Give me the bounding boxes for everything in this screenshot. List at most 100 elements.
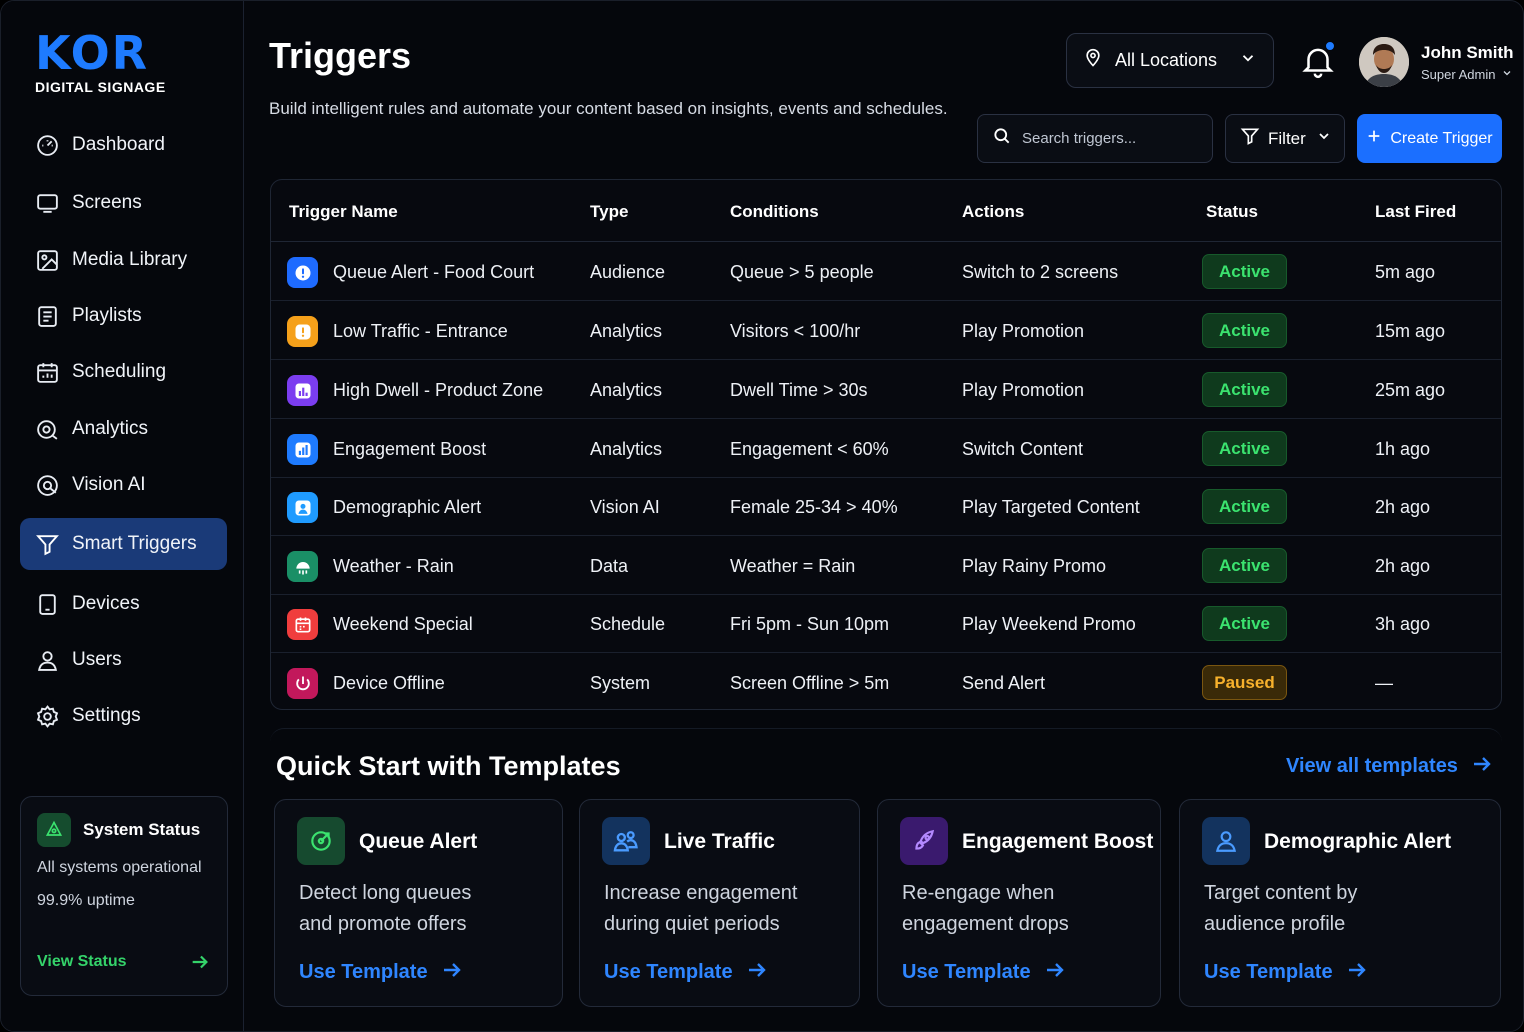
view-all-templates-link[interactable]: View all templates xyxy=(1286,752,1494,781)
trigger-conditions: Fri 5pm - Sun 10pm xyxy=(730,614,890,634)
search-box xyxy=(977,114,1213,163)
trigger-name[interactable]: Low Traffic - Entrance xyxy=(333,321,508,342)
trigger-actions: Switch to 2 screens xyxy=(962,262,1119,282)
sidebar-item-playlists[interactable]: Playlists xyxy=(20,290,227,342)
template-card-engagement-boost[interactable]: Engagement Boost Re-engage when engageme… xyxy=(877,799,1161,1007)
trigger-name[interactable]: Device Offline xyxy=(333,673,445,694)
power-icon xyxy=(287,668,318,699)
last-fired: 2h ago xyxy=(1375,556,1431,576)
sidebar-item-vision-ai[interactable]: Vision AI xyxy=(20,459,227,511)
use-template-button[interactable]: Use Template xyxy=(902,958,1067,987)
column-header-actions[interactable]: Actions xyxy=(962,202,1024,222)
trigger-conditions: Female 25-34 > 40% xyxy=(730,497,898,517)
table-row[interactable]: Queue Alert - Food Court Audience Queue … xyxy=(271,242,1501,301)
system-status-uptime: 99.9% uptime xyxy=(37,892,135,909)
brand-name: KOR xyxy=(35,26,150,80)
create-trigger-button[interactable]: Create Trigger xyxy=(1357,114,1502,163)
user-icon xyxy=(34,647,60,673)
sidebar-item-label: Screens xyxy=(72,192,142,213)
sidebar-item-analytics[interactable]: Analytics xyxy=(20,403,227,455)
arrow-right-icon[interactable] xyxy=(189,951,211,978)
trigger-actions: Play Targeted Content xyxy=(962,497,1140,517)
status-badge: Paused xyxy=(1202,665,1287,700)
trigger-actions: Send Alert xyxy=(962,673,1046,693)
template-card-queue-alert[interactable]: Queue Alert Detect long queues and promo… xyxy=(274,799,563,1007)
person-icon xyxy=(287,492,318,523)
target-icon xyxy=(297,817,345,865)
user-role-row: Super Admin xyxy=(1421,67,1514,82)
trigger-name[interactable]: High Dwell - Product Zone xyxy=(333,380,543,401)
trigger-name[interactable]: Demographic Alert xyxy=(333,497,481,518)
trigger-name[interactable]: Weekend Special xyxy=(333,614,473,635)
sidebar-item-dashboard[interactable]: Dashboard xyxy=(20,119,227,171)
table-row[interactable]: Low Traffic - Entrance Analytics Visitor… xyxy=(271,301,1501,360)
status-badge: Active xyxy=(1202,372,1287,407)
chevron-down-icon xyxy=(1316,128,1332,149)
sidebar-item-media-library[interactable]: Media Library xyxy=(20,234,227,286)
table-row[interactable]: Device Offline System Screen Offline > 5… xyxy=(271,653,1501,709)
last-fired: 5m ago xyxy=(1375,262,1436,282)
calendar-icon xyxy=(34,359,60,385)
trigger-conditions: Engagement < 60% xyxy=(730,439,889,459)
use-template-label: Use Template xyxy=(604,961,733,983)
table-row[interactable]: Weather - Rain Data Weather = Rain Play … xyxy=(271,536,1501,595)
filter-button[interactable]: Filter xyxy=(1225,114,1345,163)
table-row[interactable]: Demographic Alert Vision AI Female 25-34… xyxy=(271,477,1501,536)
status-badge: Active xyxy=(1202,254,1287,289)
sidebar-item-smart-triggers[interactable]: Smart Triggers xyxy=(20,518,227,570)
sidebar-item-label: Vision AI xyxy=(72,474,146,495)
column-header-type[interactable]: Type xyxy=(590,202,628,222)
sidebar-item-settings[interactable]: Settings xyxy=(20,690,227,742)
chart-icon xyxy=(287,375,318,406)
calendar-icon xyxy=(287,609,318,640)
user-menu[interactable]: John Smith Super Admin xyxy=(1359,37,1514,87)
column-header-conditions[interactable]: Conditions xyxy=(730,202,819,222)
sidebar-item-label: Analytics xyxy=(72,418,149,439)
sidebar-item-label: Playlists xyxy=(72,305,142,326)
table-row[interactable]: Weekend Special Schedule Fri 5pm - Sun 1… xyxy=(271,594,1501,653)
bell-icon xyxy=(1299,48,1337,85)
sidebar-item-users[interactable]: Users xyxy=(20,634,227,686)
template-card-live-traffic[interactable]: Live Traffic Increase engagement during … xyxy=(579,799,860,1007)
sidebar-item-label: Media Library xyxy=(72,249,188,270)
template-description: Detect long queues and promote offers xyxy=(299,878,471,940)
template-description-line: engagement drops xyxy=(902,913,1069,935)
sidebar-item-devices[interactable]: Devices xyxy=(20,578,227,630)
template-description-line: audience profile xyxy=(1204,913,1346,935)
table-row[interactable]: High Dwell - Product Zone Analytics Dwel… xyxy=(271,360,1501,419)
status-badge: Active xyxy=(1202,489,1287,524)
use-template-button[interactable]: Use Template xyxy=(299,958,464,987)
sidebar-item-screens[interactable]: Screens xyxy=(20,177,227,229)
last-fired: 2h ago xyxy=(1375,497,1431,517)
sidebar-item-label: Devices xyxy=(72,593,140,614)
search-input[interactable] xyxy=(1022,130,1202,147)
trigger-type: System xyxy=(590,673,651,693)
table-row[interactable]: Engagement Boost Analytics Engagement < … xyxy=(271,419,1501,478)
sidebar-item-label: Users xyxy=(72,649,122,670)
use-template-button[interactable]: Use Template xyxy=(1204,958,1369,987)
triggers-table: Trigger Name Type Conditions Actions Sta… xyxy=(270,179,1502,710)
notifications-button[interactable] xyxy=(1299,41,1339,83)
column-header-status[interactable]: Status xyxy=(1206,202,1258,222)
column-header-last-fired[interactable]: Last Fired xyxy=(1375,202,1456,222)
use-template-label: Use Template xyxy=(299,961,428,983)
view-status-link[interactable]: View Status xyxy=(37,953,127,971)
brand-logo[interactable]: KOR DIGITAL SIGNAGE xyxy=(35,26,166,95)
location-select[interactable]: All Locations xyxy=(1066,33,1274,88)
trigger-type: Vision AI xyxy=(590,497,660,517)
people-icon xyxy=(602,817,650,865)
column-header-trigger-name[interactable]: Trigger Name xyxy=(289,202,398,222)
last-fired: 15m ago xyxy=(1375,321,1446,341)
trigger-name[interactable]: Weather - Rain xyxy=(333,556,454,577)
playlist-icon xyxy=(34,303,60,329)
use-template-button[interactable]: Use Template xyxy=(604,958,769,987)
template-card-demographic-alert[interactable]: Demographic Alert Target content by audi… xyxy=(1179,799,1501,1007)
trigger-name[interactable]: Engagement Boost xyxy=(333,439,486,460)
user-role: Super Admin xyxy=(1421,66,1496,82)
sidebar-item-scheduling[interactable]: Scheduling xyxy=(20,346,227,398)
last-fired: 1h ago xyxy=(1375,439,1431,459)
chevron-down-icon xyxy=(1501,67,1513,82)
trigger-name[interactable]: Queue Alert - Food Court xyxy=(333,262,534,283)
filter-icon xyxy=(34,531,60,557)
trigger-type: Data xyxy=(590,556,629,576)
